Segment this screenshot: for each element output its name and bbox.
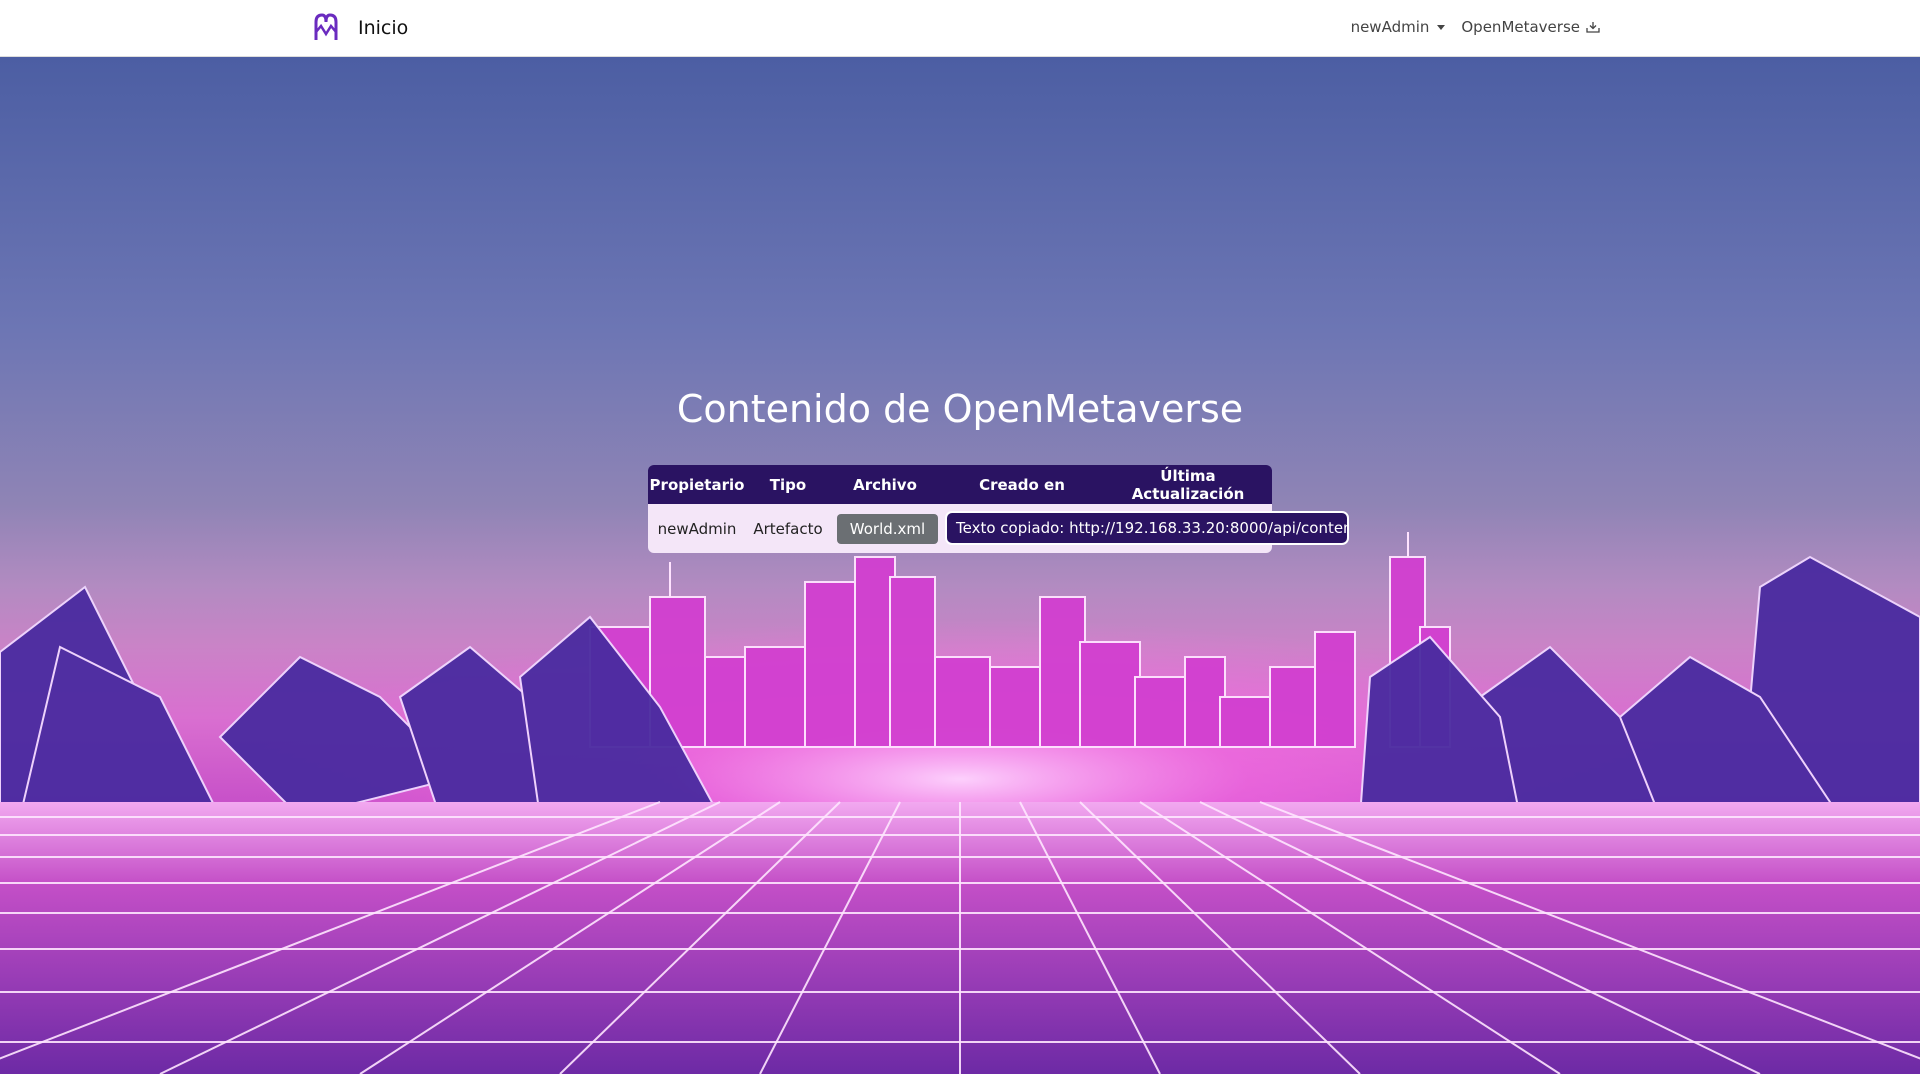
brand-label: Inicio bbox=[358, 17, 409, 39]
cell-file: World.xml bbox=[830, 513, 940, 544]
home-link[interactable]: Inicio bbox=[312, 12, 408, 44]
openmetaverse-label: OpenMetaverse bbox=[1461, 18, 1580, 36]
table-row: newAdmin Artefacto World.xml Texto copia… bbox=[648, 504, 1349, 553]
header-owner: Propietario bbox=[649, 475, 745, 494]
header-updated: Última Actualización bbox=[1131, 466, 1245, 503]
user-menu-label: newAdmin bbox=[1350, 18, 1430, 36]
header-created: Creado en bbox=[979, 475, 1065, 494]
hero-background: Contenido de OpenMetaverse Propietario T… bbox=[0, 57, 1920, 1074]
download-icon bbox=[1586, 22, 1600, 33]
top-navbar: Inicio newAdmin OpenMetaverse bbox=[0, 0, 1920, 57]
cell-owner: newAdmin bbox=[657, 519, 737, 538]
openmetaverse-link[interactable]: OpenMetaverse bbox=[1461, 18, 1600, 36]
bottom-edge bbox=[0, 1074, 1920, 1080]
table-header-row: Propietario Tipo Archivo Creado en Últim… bbox=[648, 465, 1272, 504]
page-title: Contenido de OpenMetaverse bbox=[676, 387, 1244, 431]
caret-down-icon bbox=[1437, 24, 1446, 30]
metaverse-logo-icon bbox=[314, 13, 338, 40]
header-type: Tipo bbox=[769, 475, 807, 494]
cell-type: Artefacto bbox=[753, 519, 823, 538]
copied-text-toast: Texto copiado: http://192.168.33.20:8000… bbox=[945, 511, 1349, 545]
content-table: Propietario Tipo Archivo Creado en Últim… bbox=[648, 465, 1349, 553]
synthwave-city-illustration bbox=[0, 532, 1920, 1074]
file-download-button[interactable]: World.xml bbox=[836, 513, 939, 544]
header-file: Archivo bbox=[853, 475, 917, 494]
user-menu-dropdown[interactable]: newAdmin bbox=[1351, 18, 1446, 36]
